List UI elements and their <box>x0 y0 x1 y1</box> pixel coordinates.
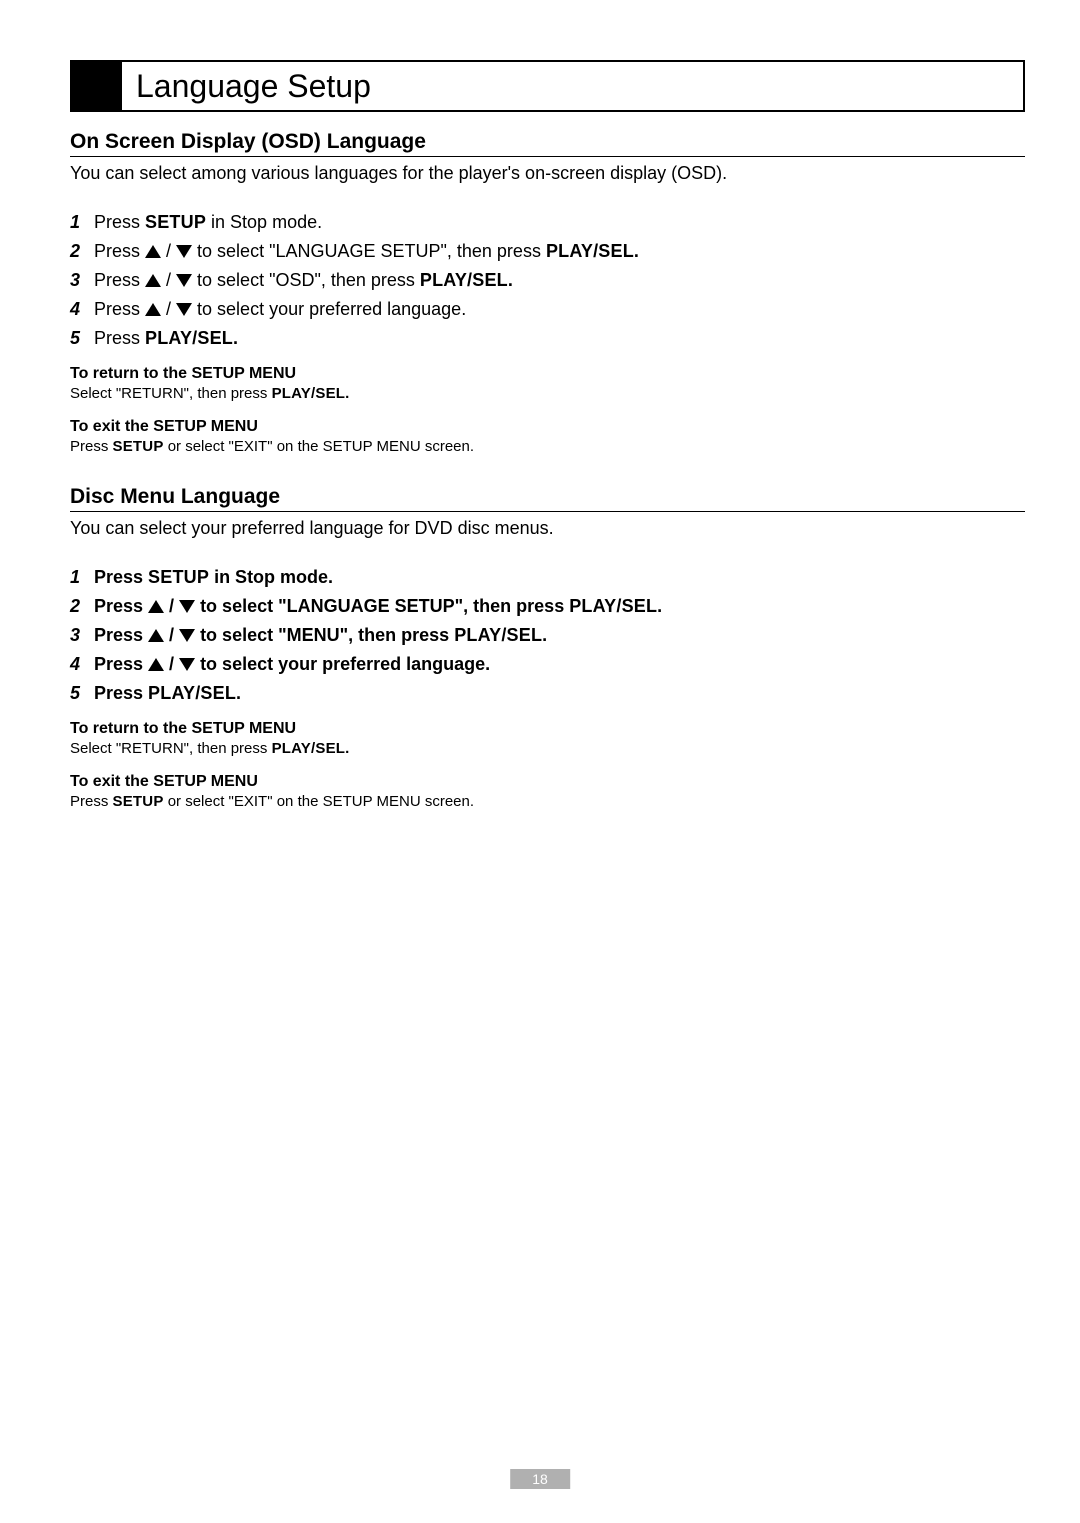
step-text: to select "OSD", then press <box>192 270 420 290</box>
button-label: PLAY/SEL. <box>569 596 662 616</box>
exit-body: Press SETUP or select "EXIT" on the SETU… <box>70 793 1025 810</box>
button-label: PLAY/SEL. <box>454 625 547 645</box>
step-number: 4 <box>70 654 94 675</box>
step-item: 2 Press / to select "LANGUAGE SETUP", th… <box>70 241 1025 262</box>
down-arrow-icon <box>176 245 192 258</box>
step-body: Press / to select "LANGUAGE SETUP", then… <box>94 596 1025 617</box>
page-number: 18 <box>510 1469 570 1489</box>
down-arrow-icon <box>176 274 192 287</box>
button-label: PLAY/SEL. <box>145 328 238 348</box>
step-body: Press / to select "MENU", then press PLA… <box>94 625 1025 646</box>
title-bar: Language Setup <box>70 60 1025 112</box>
step-text: Press <box>94 596 148 616</box>
page-title: Language Setup <box>122 62 371 110</box>
button-label: SETUP <box>145 212 206 232</box>
body-text: or select "EXIT" on the SETUP MENU scree… <box>164 793 474 810</box>
step-text: Press <box>94 683 148 703</box>
step-item: 4 Press / to select your preferred langu… <box>70 299 1025 320</box>
step-text: Press <box>94 567 148 587</box>
step-text: Press <box>94 270 145 290</box>
step-item: 5 Press PLAY/SEL. <box>70 683 1025 704</box>
step-text: in Stop mode. <box>209 567 333 587</box>
step-text: Press <box>94 625 148 645</box>
button-label: SETUP <box>113 793 164 810</box>
button-label: PLAY/SEL. <box>272 740 350 757</box>
up-arrow-icon <box>148 600 164 613</box>
step-text: to select "MENU", then press <box>195 625 454 645</box>
step-number: 3 <box>70 270 94 291</box>
step-body: Press / to select "LANGUAGE SETUP", then… <box>94 241 1025 262</box>
button-label: SETUP <box>148 567 209 587</box>
section-b-intro: You can select your preferred language f… <box>70 518 1025 539</box>
step-item: 3 Press / to select "MENU", then press P… <box>70 625 1025 646</box>
step-number: 5 <box>70 328 94 349</box>
step-text: Press <box>94 328 145 348</box>
step-number: 5 <box>70 683 94 704</box>
step-number: 4 <box>70 299 94 320</box>
step-number: 1 <box>70 567 94 588</box>
button-label: PLAY/SEL. <box>148 683 241 703</box>
step-item: 2 Press / to select "LANGUAGE SETUP", th… <box>70 596 1025 617</box>
return-heading: To return to the SETUP MENU <box>70 720 1025 738</box>
step-body: Press / to select your preferred languag… <box>94 654 1025 675</box>
step-number: 2 <box>70 241 94 262</box>
return-body: Select "RETURN", then press PLAY/SEL. <box>70 740 1025 757</box>
section-b-rule <box>70 511 1025 512</box>
step-text: in Stop mode. <box>206 212 322 232</box>
step-text: Press <box>94 241 145 261</box>
step-text: to select your preferred language. <box>195 654 490 674</box>
section-b-steps: 1 Press SETUP in Stop mode. 2 Press / to… <box>70 567 1025 704</box>
body-text: Press <box>70 438 113 455</box>
exit-heading: To exit the SETUP MENU <box>70 418 1025 436</box>
step-text: Press <box>94 212 145 232</box>
step-text: Press <box>94 299 145 319</box>
step-number: 3 <box>70 625 94 646</box>
return-body: Select "RETURN", then press PLAY/SEL. <box>70 385 1025 402</box>
down-arrow-icon <box>176 303 192 316</box>
title-block-icon <box>72 62 122 110</box>
step-number: 2 <box>70 596 94 617</box>
step-body: Press / to select "OSD", then press PLAY… <box>94 270 1025 291</box>
step-item: 4 Press / to select your preferred langu… <box>70 654 1025 675</box>
step-body: Press PLAY/SEL. <box>94 328 1025 349</box>
step-item: 1 Press SETUP in Stop mode. <box>70 212 1025 233</box>
body-text: or select "EXIT" on the SETUP MENU scree… <box>164 438 474 455</box>
step-number: 1 <box>70 212 94 233</box>
step-text: to select "LANGUAGE SETUP", then press <box>195 596 569 616</box>
down-arrow-icon <box>179 600 195 613</box>
section-a-rule <box>70 156 1025 157</box>
return-heading: To return to the SETUP MENU <box>70 365 1025 383</box>
section-a-heading: On Screen Display (OSD) Language <box>70 130 1025 154</box>
up-arrow-icon <box>145 274 161 287</box>
up-arrow-icon <box>145 303 161 316</box>
body-text: Select "RETURN", then press <box>70 740 272 757</box>
button-label: SETUP <box>113 438 164 455</box>
up-arrow-icon <box>148 629 164 642</box>
step-item: 5 Press PLAY/SEL. <box>70 328 1025 349</box>
down-arrow-icon <box>179 658 195 671</box>
down-arrow-icon <box>179 629 195 642</box>
step-body: Press / to select your preferred languag… <box>94 299 1025 320</box>
step-text: to select your preferred language. <box>192 299 466 319</box>
section-a-intro: You can select among various languages f… <box>70 163 1025 184</box>
section-a-steps: 1 Press SETUP in Stop mode. 2 Press / to… <box>70 212 1025 349</box>
body-text: Press <box>70 793 113 810</box>
exit-heading: To exit the SETUP MENU <box>70 773 1025 791</box>
step-body: Press SETUP in Stop mode. <box>94 212 1025 233</box>
section-b-heading: Disc Menu Language <box>70 485 1025 509</box>
button-label: PLAY/SEL. <box>272 385 350 402</box>
body-text: Select "RETURN", then press <box>70 385 272 402</box>
step-text: to select "LANGUAGE SETUP", then press <box>192 241 546 261</box>
step-text: Press <box>94 654 148 674</box>
manual-page: Language Setup On Screen Display (OSD) L… <box>0 0 1080 1523</box>
button-label: PLAY/SEL. <box>420 270 513 290</box>
step-item: 3 Press / to select "OSD", then press PL… <box>70 270 1025 291</box>
up-arrow-icon <box>148 658 164 671</box>
step-body: Press PLAY/SEL. <box>94 683 1025 704</box>
button-label: PLAY/SEL. <box>546 241 639 261</box>
up-arrow-icon <box>145 245 161 258</box>
exit-body: Press SETUP or select "EXIT" on the SETU… <box>70 438 1025 455</box>
step-item: 1 Press SETUP in Stop mode. <box>70 567 1025 588</box>
step-body: Press SETUP in Stop mode. <box>94 567 1025 588</box>
